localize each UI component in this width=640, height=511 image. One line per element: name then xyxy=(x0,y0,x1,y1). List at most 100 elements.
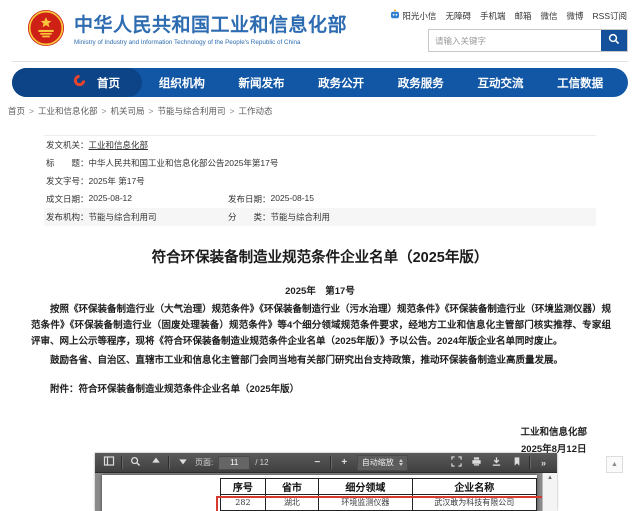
meta-value-publish-date: 2025-08-15 xyxy=(271,193,314,205)
presentation-mode-button[interactable] xyxy=(449,455,464,471)
quick-link-accessibility[interactable]: 无障碍 xyxy=(445,10,471,22)
col-serial: 序号 xyxy=(221,479,266,495)
col-company: 企业名称 xyxy=(412,479,536,495)
breadcrumb-separator: > xyxy=(29,106,34,116)
miit-logo-icon xyxy=(72,73,87,93)
arrow-up-icon xyxy=(151,456,161,469)
meta-row-issuer: 发文机关： 工业和信息化部 xyxy=(44,136,596,154)
page-down-button[interactable] xyxy=(175,455,190,471)
doc-number: 2025年 第17号 xyxy=(0,283,640,297)
brand-text: 中华人民共和国工业和信息化部 Ministry of Industry and … xyxy=(74,15,347,46)
cell-province: 湖北 xyxy=(265,495,318,511)
meta-value-issuer-link[interactable]: 工业和信息化部 xyxy=(89,139,149,151)
breadcrumb-energy-dept[interactable]: 节能与综合利用司 xyxy=(157,105,225,117)
article-title: 符合环保装备制造业规范条件企业名单（2025年版） xyxy=(0,246,640,267)
meta-value-written-date: 2025-08-12 xyxy=(89,193,132,205)
meta-row-dates: 成文日期： 2025-08-12 发布日期： 2025-08-15 xyxy=(44,190,596,208)
attachment-link[interactable]: 附件：符合环保装备制造业规范条件企业名单（2025年版） xyxy=(31,382,611,398)
doc-meta: 发文机关： 工业和信息化部 标 题： 中华人民共和国工业和信息化部公告2025年… xyxy=(44,135,596,226)
print-button[interactable] xyxy=(469,455,484,471)
article-body: 按照《环保装备制造行业（大气治理）规范条件》《环保装备制造行业（污水治理）规范条… xyxy=(31,302,611,398)
brand: 中华人民共和国工业和信息化部 Ministry of Industry and … xyxy=(27,9,347,52)
meta-value-title: 中华人民共和国工业和信息化部公告2025年第17号 xyxy=(89,157,279,169)
zoom-mode-value: 自动缩放 xyxy=(362,457,394,468)
bookmark-button[interactable] xyxy=(509,455,524,471)
pdf-content-area: 序号 省市 细分领域 企业名称 282 湖北 环境监测仪器 武汉敢为科技有限公司 xyxy=(95,473,557,511)
search-box xyxy=(428,29,628,52)
pdf-toolbar: 页面: / 12 − + 自动缩放 xyxy=(95,453,557,473)
cell-segment: 环境监测仪器 xyxy=(319,495,413,511)
quick-link-wechat[interactable]: 微信 xyxy=(540,10,557,22)
zoom-mode-select[interactable]: 自动缩放 xyxy=(357,455,408,471)
meta-label: 成文日期： xyxy=(46,193,89,205)
header-divider xyxy=(12,61,628,62)
download-button[interactable] xyxy=(489,455,504,471)
search-icon xyxy=(608,33,620,48)
find-button[interactable] xyxy=(128,455,143,471)
quick-link-rss[interactable]: RSS订阅 xyxy=(593,10,627,22)
search-button[interactable] xyxy=(601,30,627,51)
nav-item-data[interactable]: 工信数据 xyxy=(557,75,603,91)
breadcrumb-home[interactable]: 首页 xyxy=(8,105,25,117)
nav-item-gov-info[interactable]: 政务公开 xyxy=(318,75,364,91)
meta-row-org: 发布机构： 节能与综合利用司 分 类： 节能与综合利用 xyxy=(44,208,596,226)
pdf-scrollbar[interactable]: ▲ xyxy=(542,473,557,511)
meta-label: 发布日期： xyxy=(228,193,271,205)
table-row: 282 湖北 环境监测仪器 武汉敢为科技有限公司 xyxy=(221,495,537,511)
download-icon xyxy=(491,456,502,470)
breadcrumb-separator: > xyxy=(229,106,234,116)
quick-link-mobile[interactable]: 手机端 xyxy=(480,10,506,22)
search-input[interactable] xyxy=(429,30,601,51)
site-title: 中华人民共和国工业和信息化部 xyxy=(74,15,347,37)
meta-row-title: 标 题： 中华人民共和国工业和信息化部公告2025年第17号 xyxy=(44,154,596,172)
meta-label: 标 题： xyxy=(46,157,89,169)
meta-label: 分 类： xyxy=(228,211,271,223)
toolbar-separator xyxy=(330,456,332,469)
page-number-input[interactable] xyxy=(218,456,250,470)
quick-link-label: 阳光小信 xyxy=(402,10,436,22)
breadcrumb-separator: > xyxy=(102,106,107,116)
quick-link-mail[interactable]: 邮箱 xyxy=(514,10,531,22)
page-total: / 12 xyxy=(255,458,268,467)
back-to-top-button[interactable]: ▲ xyxy=(606,456,623,473)
sidebar-toggle-button[interactable] xyxy=(101,455,116,471)
table-header-row: 序号 省市 细分领域 企业名称 xyxy=(221,479,537,495)
nav-item-organization[interactable]: 组织机构 xyxy=(159,75,205,91)
quick-link-weibo[interactable]: 微博 xyxy=(567,10,584,22)
main-nav: 首页 组织机构 新闻发布 政务公开 政务服务 互动交流 工信数据 xyxy=(12,68,628,97)
breadcrumb-departments[interactable]: 机关司局 xyxy=(110,105,144,117)
toolbar-more-button[interactable]: » xyxy=(536,455,551,471)
zoom-out-button[interactable]: − xyxy=(310,455,325,471)
pdf-page: 序号 省市 细分领域 企业名称 282 湖北 环境监测仪器 武汉敢为科技有限公司 xyxy=(102,475,537,511)
page-label: 页面: xyxy=(195,457,213,468)
meta-label: 发文字号： xyxy=(46,175,89,187)
printer-icon xyxy=(471,456,482,470)
nav-item-gov-services[interactable]: 政务服务 xyxy=(398,75,444,91)
page-up-button[interactable] xyxy=(148,455,163,471)
quick-link-sunshine[interactable]: 阳光小信 xyxy=(390,9,436,22)
col-province: 省市 xyxy=(265,479,318,495)
pdf-viewer: 页面: / 12 − + 自动缩放 xyxy=(95,453,557,511)
sidebar-toggle-icon xyxy=(103,455,115,470)
meta-value-doc-number: 2025年 第17号 xyxy=(89,175,145,187)
article-paragraph-2: 鼓励各省、自治区、直辖市工业和信息化主管部门会同当地有关部门研究出台支持政策，推… xyxy=(31,353,611,369)
nav-item-home-label[interactable]: 首页 xyxy=(97,75,120,91)
zoom-in-button[interactable]: + xyxy=(337,455,352,471)
meta-row-doc-number: 发文字号： 2025年 第17号 xyxy=(44,172,596,190)
article-paragraph-1: 按照《环保装备制造行业（大气治理）规范条件》《环保装备制造行业（污水治理）规范条… xyxy=(31,302,611,350)
toolbar-separator xyxy=(121,456,123,469)
breadcrumb-work-updates[interactable]: 工作动态 xyxy=(238,105,272,117)
scroll-up-icon[interactable]: ▲ xyxy=(543,473,557,483)
page: 阳光小信 无障碍 手机端 邮箱 微信 微博 RSS订阅 中华人民共和国工业和信息… xyxy=(0,0,640,511)
site-subtitle: Ministry of Industry and Information Tec… xyxy=(74,39,347,46)
quick-links: 阳光小信 无障碍 手机端 邮箱 微信 微博 RSS订阅 xyxy=(390,9,627,22)
toolbar-separator xyxy=(168,456,170,469)
nav-item-interaction[interactable]: 互动交流 xyxy=(477,75,523,91)
nav-item-news[interactable]: 新闻发布 xyxy=(238,75,284,91)
cell-company: 武汉敢为科技有限公司 xyxy=(412,495,536,511)
toolbar-separator xyxy=(529,456,531,469)
breadcrumb-miit[interactable]: 工业和信息化部 xyxy=(38,105,98,117)
arrow-down-icon xyxy=(178,456,188,469)
find-icon xyxy=(130,456,141,470)
nav-item-home[interactable]: 首页 xyxy=(12,68,142,97)
